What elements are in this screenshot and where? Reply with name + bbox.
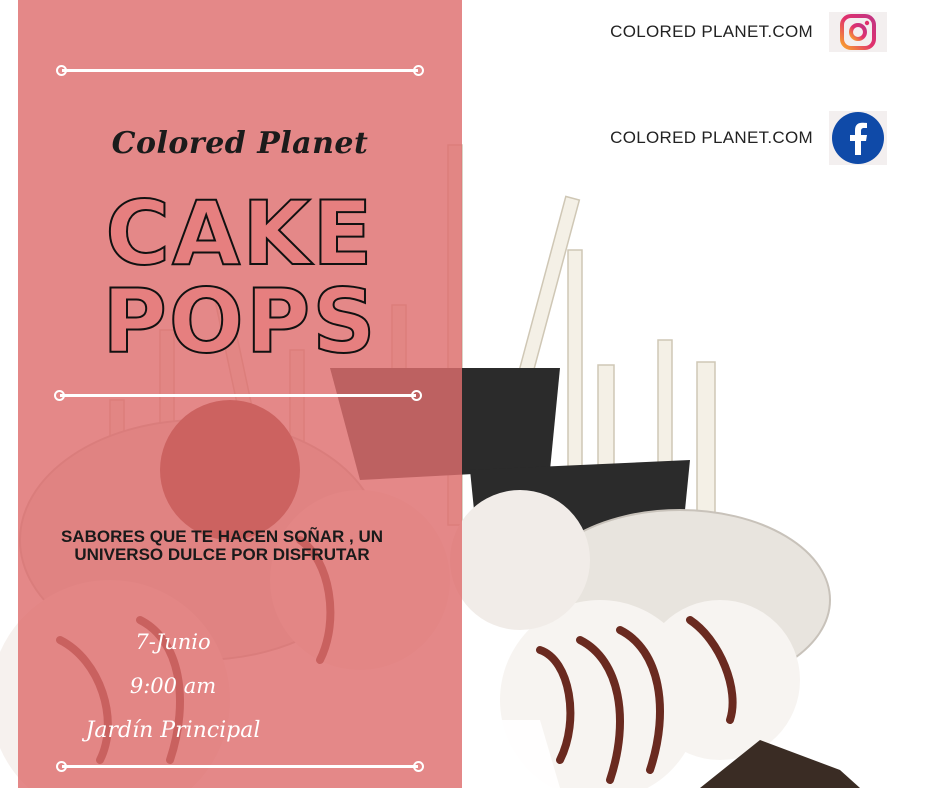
middle-divider bbox=[54, 390, 422, 401]
instagram-label: COLORED PLANET.COM bbox=[610, 22, 813, 41]
top-divider bbox=[56, 65, 424, 76]
facebook-icon[interactable] bbox=[829, 111, 887, 165]
tagline: SABORES QUE TE HACEN SOÑAR , UN UNIVERSO… bbox=[60, 527, 384, 564]
bottom-divider bbox=[56, 761, 424, 772]
title-line-2: POPS bbox=[101, 270, 378, 373]
social-facebook[interactable]: COLORED PLANET.COM bbox=[610, 111, 887, 165]
flyer-canvas: Colored Planet CAKE POPS SABORES QUE TE … bbox=[0, 0, 940, 788]
instagram-icon[interactable] bbox=[829, 12, 887, 52]
event-date: 7-Junio bbox=[135, 630, 211, 654]
event-time: 9:00 am bbox=[129, 674, 217, 698]
brand-name: Colored Planet bbox=[111, 126, 369, 161]
facebook-label: COLORED PLANET.COM bbox=[610, 128, 813, 147]
event-place: Jardín Principal bbox=[85, 718, 261, 743]
title-line-1: CAKE bbox=[105, 182, 375, 285]
social-instagram[interactable]: COLORED PLANET.COM bbox=[610, 12, 887, 52]
